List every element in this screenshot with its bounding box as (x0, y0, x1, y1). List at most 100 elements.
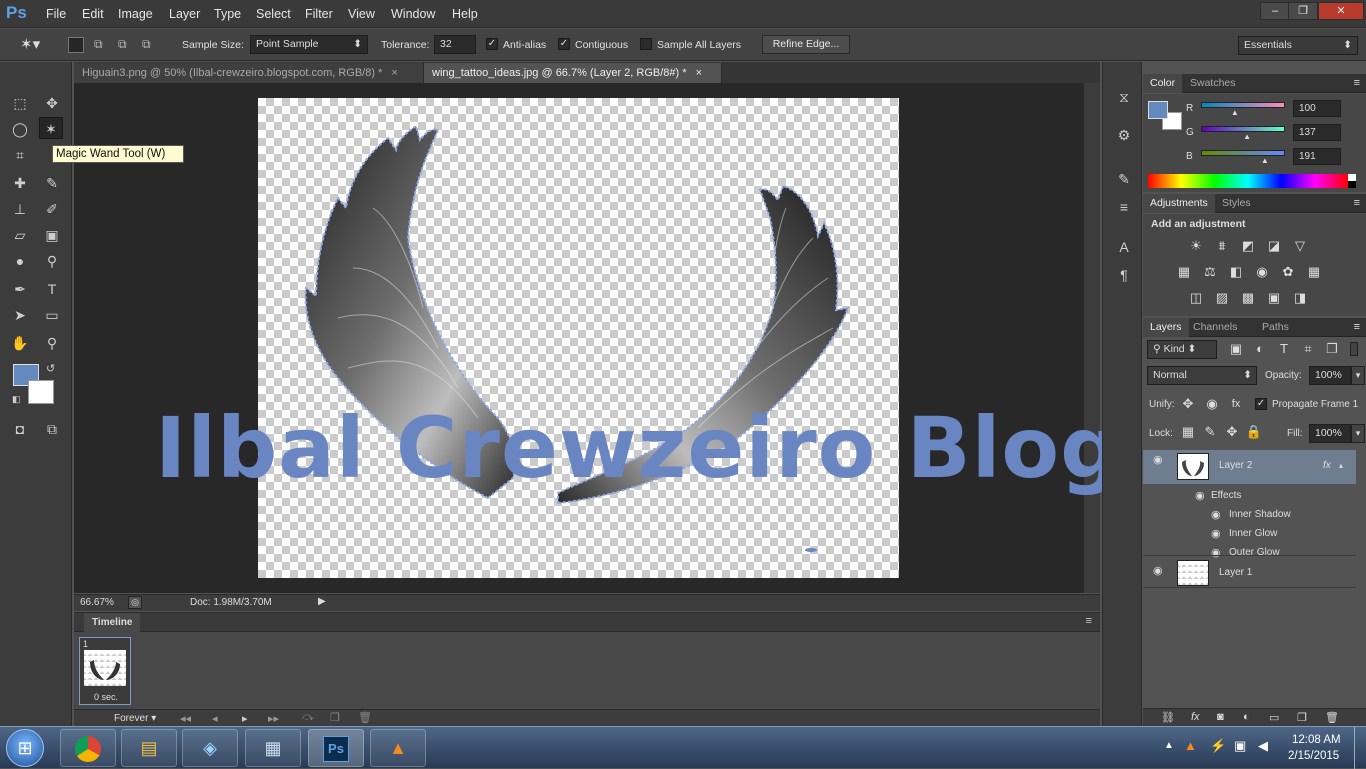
start-button[interactable]: ⊞ (6, 729, 44, 767)
panel-menu-icon[interactable]: ≡ (1354, 77, 1360, 89)
filter-toggle[interactable] (1350, 342, 1358, 356)
history-panel-icon[interactable]: ⧖ (1113, 86, 1135, 108)
brightness-icon[interactable]: ☀ (1187, 238, 1205, 254)
menu-file[interactable]: File (46, 7, 66, 21)
filter-smart-object-icon[interactable]: ❐ (1323, 341, 1341, 357)
brush-presets-icon[interactable]: ≡ (1113, 196, 1135, 218)
status-menu-icon[interactable]: ◎ (128, 596, 142, 609)
menu-help[interactable]: Help (452, 7, 478, 21)
window-taskbar-icon[interactable]: ▦ (245, 729, 301, 767)
path-selection-icon[interactable]: ➤ (8, 304, 32, 326)
color-spectrum-bar[interactable] (1148, 174, 1348, 188)
sample-size-dropdown[interactable]: Point Sample ⬍ (250, 35, 368, 54)
minimize-button[interactable]: – (1260, 2, 1290, 20)
frame-delay[interactable]: 0 sec. (94, 692, 118, 702)
tab-paths[interactable]: Paths (1255, 318, 1296, 337)
menu-type[interactable]: Type (214, 7, 241, 21)
network-tray-icon[interactable]: ▣ (1234, 738, 1246, 754)
r-slider-thumb[interactable]: ▲ (1231, 108, 1239, 117)
black-white-icon[interactable]: ◧ (1227, 264, 1245, 280)
brush-tool-icon[interactable]: ✎ (40, 172, 64, 194)
menu-window[interactable]: Window (391, 7, 435, 21)
eraser-tool-icon[interactable]: ▱ (8, 224, 32, 246)
tab-close-icon[interactable]: × (696, 67, 702, 79)
refine-edge-button[interactable]: Refine Edge... (762, 35, 850, 54)
status-arrow-icon[interactable]: ▶ (318, 596, 326, 607)
hue-saturation-icon[interactable]: ▦ (1175, 264, 1193, 280)
tab-channels[interactable]: Channels (1186, 318, 1244, 337)
next-frame-button[interactable]: ▸▸ (268, 712, 279, 725)
link-layers-icon[interactable]: ⛓ (1161, 711, 1175, 724)
background-color-swatch[interactable] (28, 380, 54, 404)
swap-colors-icon[interactable]: ↺ (46, 362, 55, 375)
antialias-checkbox[interactable]: ✓ (486, 38, 498, 50)
lock-transparent-icon[interactable]: ▦ (1179, 424, 1197, 440)
loop-dropdown[interactable]: Forever ▾ (114, 713, 156, 724)
add-selection-icon[interactable]: ⧉ (94, 37, 110, 53)
filter-shape-icon[interactable]: ⌗ (1299, 341, 1317, 357)
eye-icon[interactable]: ◉ (1211, 505, 1221, 525)
magic-wand-preset-icon[interactable]: ✶▾ (20, 35, 40, 53)
unify-style-icon[interactable]: fx (1227, 396, 1245, 412)
clock-time[interactable]: 12:08 AM (1292, 734, 1341, 746)
menu-edit[interactable]: Edit (82, 7, 104, 21)
restore-button[interactable]: ❐ (1288, 2, 1318, 20)
eye-icon[interactable]: ◉ (1195, 486, 1205, 506)
new-layer-icon[interactable]: ❐ (1297, 711, 1307, 724)
clock-date[interactable]: 2/15/2015 (1288, 750, 1339, 762)
tab-color[interactable]: Color (1143, 74, 1183, 93)
default-colors-icon[interactable]: ◧ (12, 394, 21, 405)
filter-type-icon[interactable]: T (1275, 341, 1293, 357)
shape-tool-icon[interactable]: ▭ (40, 304, 64, 326)
posterize-icon[interactable]: ▨ (1213, 290, 1231, 306)
color-lookup-icon[interactable]: ▦ (1305, 264, 1323, 280)
layer-name[interactable]: Layer 1 (1219, 563, 1252, 583)
gradient-map-icon[interactable]: ▣ (1265, 290, 1283, 306)
effect-row-inner-glow[interactable]: ◉ Inner Glow (1143, 524, 1356, 544)
r-slider[interactable]: ▲ (1201, 102, 1285, 117)
g-slider[interactable]: ▲ (1201, 126, 1285, 141)
g-slider-thumb[interactable]: ▲ (1243, 132, 1251, 141)
clone-stamp-icon[interactable]: ⊥ (8, 198, 32, 220)
delete-layer-icon[interactable]: 🗑 (1325, 711, 1339, 724)
layer-effects-row[interactable]: ◉ Effects (1143, 486, 1356, 506)
character-panel-icon[interactable]: A (1113, 236, 1135, 258)
selective-color-icon[interactable]: ◨ (1291, 290, 1309, 306)
filter-kind-dropdown[interactable]: ⚲ Kind ⬍ (1147, 340, 1217, 359)
close-button[interactable]: ✕ (1318, 2, 1364, 20)
filter-pixel-icon[interactable]: ▣ (1227, 341, 1245, 357)
menu-image[interactable]: Image (118, 7, 153, 21)
prev-frame-button[interactable]: ◂ (212, 712, 218, 725)
lock-all-icon[interactable]: 🔒 (1245, 424, 1263, 440)
healing-brush-icon[interactable]: ✚ (8, 172, 32, 194)
channel-mixer-icon[interactable]: ✿ (1279, 264, 1297, 280)
exposure-icon[interactable]: ◪ (1265, 238, 1283, 254)
curves-icon[interactable]: ◩ (1239, 238, 1257, 254)
black-white-ramp[interactable] (1348, 174, 1356, 188)
vertical-scrollbar[interactable] (1084, 83, 1100, 593)
lock-position-icon[interactable]: ✥ (1223, 424, 1241, 440)
tab-adjustments[interactable]: Adjustments (1143, 194, 1215, 213)
tab-close-icon[interactable]: × (391, 67, 397, 79)
unify-visibility-icon[interactable]: ◉ (1203, 396, 1221, 412)
document-canvas[interactable] (258, 98, 899, 578)
new-selection-icon[interactable] (68, 37, 84, 53)
fx-badge[interactable]: fx (1323, 456, 1331, 476)
gradient-tool-icon[interactable]: ▣ (40, 224, 64, 246)
magic-wand-tool-icon[interactable]: ✶ (39, 117, 63, 139)
eye-icon[interactable]: ◉ (1153, 450, 1163, 470)
levels-icon[interactable]: ⩩ (1213, 238, 1231, 254)
tolerance-input[interactable]: 32 (434, 35, 476, 54)
menu-layer[interactable]: Layer (169, 7, 200, 21)
g-value-input[interactable]: 137 (1293, 124, 1341, 141)
marquee-tool-icon[interactable]: ⬚ (8, 92, 32, 114)
menu-select[interactable]: Select (256, 7, 291, 21)
menu-view[interactable]: View (348, 7, 375, 21)
foreground-color-chip[interactable] (1148, 101, 1168, 119)
vlc-tray-icon[interactable]: ▲ (1184, 738, 1197, 753)
tab-higuain3[interactable]: Higuain3.png @ 50% (Ilbal-crewzeiro.blog… (74, 63, 424, 83)
layer-row-layer-2[interactable]: ◉ Layer 2 fx ▴ (1143, 450, 1356, 484)
photo-filter-icon[interactable]: ◉ (1253, 264, 1271, 280)
zoom-level[interactable]: 66.67% (80, 597, 114, 608)
propagate-frame-checkbox[interactable]: ✓ (1255, 398, 1267, 410)
